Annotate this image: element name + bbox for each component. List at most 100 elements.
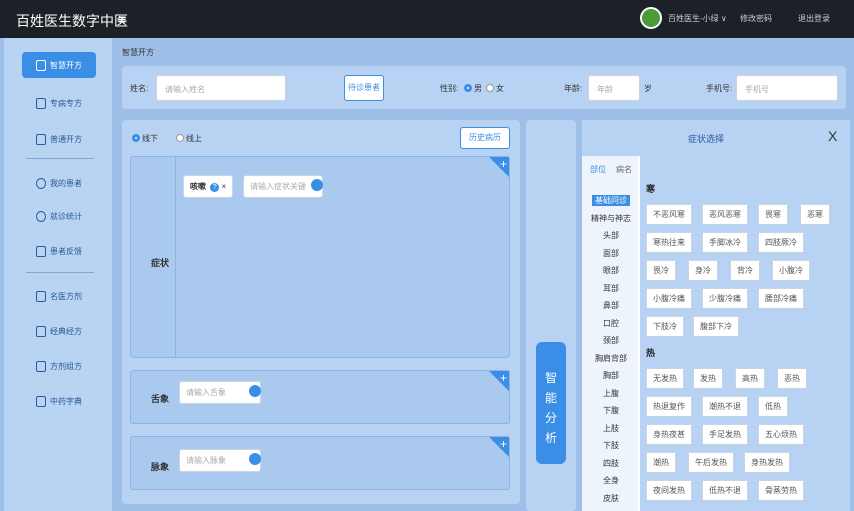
- part-item[interactable]: 口腔: [586, 318, 636, 329]
- symptom-option[interactable]: 小腹冷痛: [646, 288, 692, 309]
- symptom-option[interactable]: 少腹冷痛: [702, 288, 748, 309]
- change-password-link[interactable]: 修改密码: [740, 13, 772, 24]
- symptom-label: 症状: [151, 258, 170, 268]
- part-item[interactable]: 全身: [586, 475, 636, 486]
- symptom-option[interactable]: 身热发热: [744, 452, 790, 473]
- tab-other[interactable]: 病名: [616, 164, 632, 175]
- sidebar-item-disease[interactable]: 专病专方: [22, 90, 96, 116]
- add-symptom-corner[interactable]: +: [489, 157, 509, 177]
- plus-icon[interactable]: +: [500, 371, 507, 385]
- part-item[interactable]: 耳部: [586, 283, 636, 294]
- symptom-option[interactable]: 热退复作: [646, 396, 692, 417]
- gender-male-radio[interactable]: 男: [464, 83, 482, 94]
- sidebar-item-feedback[interactable]: 患者反馈: [22, 238, 96, 264]
- part-item[interactable]: 上腹: [586, 388, 636, 399]
- symptom-option[interactable]: 腹部下冷: [693, 316, 739, 337]
- symptom-option[interactable]: 骨蒸劳热: [758, 480, 804, 501]
- symptom-option[interactable]: 下肢冷: [646, 316, 684, 337]
- part-item[interactable]: 下腹: [586, 405, 636, 416]
- avatar[interactable]: [640, 7, 662, 29]
- offline-radio[interactable]: 线下: [132, 133, 158, 144]
- part-item[interactable]: 胸部: [586, 370, 636, 381]
- symptom-option[interactable]: 午后发热: [688, 452, 734, 473]
- name-input[interactable]: 请输入姓名: [156, 75, 286, 101]
- camera-icon[interactable]: [249, 385, 261, 397]
- symptom-option[interactable]: 畏冷: [646, 260, 676, 281]
- book-icon: [36, 360, 46, 372]
- part-item[interactable]: 胸肩背部: [586, 353, 636, 364]
- tongue-label: 舌象: [151, 394, 170, 404]
- symptom-option[interactable]: 潮热不退: [702, 396, 748, 417]
- symptom-tag: 咳嗽 ? ×: [183, 175, 234, 198]
- add-tongue-corner[interactable]: +: [489, 371, 509, 391]
- sidebar-item-classic[interactable]: 经典经方: [22, 318, 96, 344]
- symptom-option[interactable]: 恶热: [777, 368, 807, 389]
- online-radio[interactable]: 线上: [176, 133, 202, 144]
- help-icon[interactable]: ?: [210, 183, 220, 192]
- part-item[interactable]: 四肢: [586, 458, 636, 469]
- add-pulse-corner[interactable]: +: [489, 437, 509, 457]
- tab-part[interactable]: 部位: [590, 164, 606, 175]
- camera-icon[interactable]: [311, 179, 323, 191]
- part-item[interactable]: 皮肤: [586, 493, 636, 504]
- symptom-option[interactable]: 低热: [758, 396, 788, 417]
- symptom-option[interactable]: 无发热: [646, 368, 684, 389]
- history-records-button[interactable]: 历史病历: [460, 127, 510, 149]
- close-button[interactable]: X: [828, 128, 837, 144]
- part-item[interactable]: 颈部: [586, 335, 636, 346]
- symptom-option[interactable]: 畏寒: [758, 204, 788, 225]
- symptom-option[interactable]: 小腹冷: [772, 260, 810, 281]
- part-item[interactable]: 头部: [586, 230, 636, 241]
- symptom-option[interactable]: 夜间发热: [646, 480, 692, 501]
- sidebar-item-famous[interactable]: 名医方剂: [22, 283, 96, 309]
- symptom-option[interactable]: 腰部冷痛: [758, 288, 804, 309]
- symptom-option[interactable]: 手足发热: [702, 424, 748, 445]
- part-item[interactable]: 面部: [586, 248, 636, 259]
- sidebar-item-stats[interactable]: 就诊统计: [22, 203, 96, 229]
- camera-icon[interactable]: [249, 453, 261, 465]
- symptom-option[interactable]: 手脚冰冷: [702, 232, 748, 253]
- symptom-option[interactable]: 发热: [693, 368, 723, 389]
- part-item[interactable]: 下肢: [586, 440, 636, 451]
- symptom-option[interactable]: 背冷: [730, 260, 760, 281]
- symptom-option[interactable]: 不恶风寒: [646, 204, 692, 225]
- symptom-option[interactable]: 身热夜甚: [646, 424, 692, 445]
- part-item[interactable]: 精神与神志: [586, 213, 636, 224]
- sidebar-item-patients[interactable]: 我的患者: [22, 170, 96, 196]
- sidebar-item-formula[interactable]: 方剂组方: [22, 353, 96, 379]
- part-item[interactable]: 眼部: [586, 265, 636, 276]
- part-item[interactable]: 上肢: [586, 423, 636, 434]
- menu-toggle-icon[interactable]: ≡: [118, 11, 126, 27]
- symptom-option[interactable]: 潮热: [646, 452, 676, 473]
- part-item[interactable]: 鼻部: [586, 300, 636, 311]
- smart-analysis-button[interactable]: 智 能 分 析: [536, 342, 566, 464]
- symptom-option[interactable]: 恶风恶寒: [702, 204, 748, 225]
- symptom-option[interactable]: 恶寒: [800, 204, 830, 225]
- symptom-option[interactable]: 身冷: [688, 260, 718, 281]
- patient-info-panel: 姓名: 请输入姓名 待诊患者 性别: 男 女 年龄: 年龄 岁 手机号: 手机号: [122, 66, 846, 109]
- plus-icon[interactable]: +: [500, 437, 507, 451]
- sidebar-item-herbs[interactable]: 中药字典: [22, 388, 96, 414]
- symptom-option[interactable]: 低热不退: [702, 480, 748, 501]
- waiting-patients-button[interactable]: 待诊患者: [344, 75, 384, 101]
- gender-female-radio[interactable]: 女: [486, 83, 504, 94]
- sidebar-item-normal[interactable]: 普通开方: [22, 126, 96, 152]
- phone-input[interactable]: 手机号: [736, 75, 838, 101]
- symptom-option[interactable]: 五心烦热: [758, 424, 804, 445]
- radio-icon: [486, 84, 494, 92]
- logout-link[interactable]: 退出登录: [798, 13, 830, 24]
- symptom-option[interactable]: 四肢厥冷: [758, 232, 804, 253]
- book-icon: [36, 395, 46, 407]
- close-icon[interactable]: ×: [221, 182, 226, 191]
- part-item[interactable]: 基础问诊: [592, 195, 630, 206]
- age-input[interactable]: 年龄: [588, 75, 640, 101]
- user-menu[interactable]: 百姓医生-小绿 ∨: [668, 13, 727, 24]
- mail-icon: [36, 245, 46, 257]
- plus-icon[interactable]: +: [500, 157, 507, 171]
- symptom-option[interactable]: 高热: [735, 368, 765, 389]
- sidebar-divider: [26, 272, 94, 273]
- section-title: 热: [646, 348, 656, 358]
- sidebar-item-smart-prescription[interactable]: 智慧开方: [22, 52, 96, 78]
- user-icon: [36, 177, 46, 189]
- symptom-option[interactable]: 寒热往来: [646, 232, 692, 253]
